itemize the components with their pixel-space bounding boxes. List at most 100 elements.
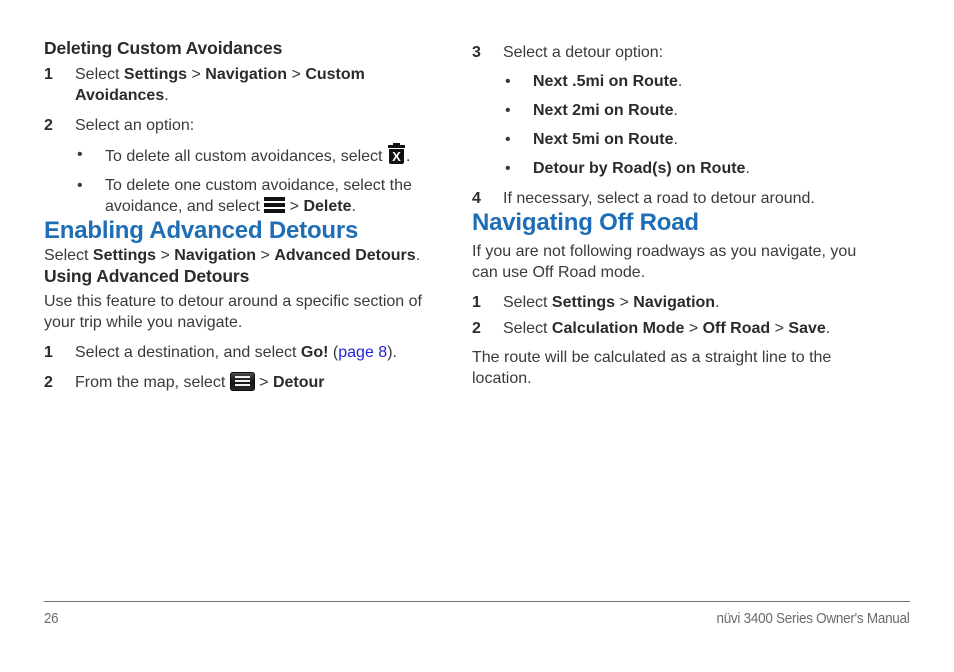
bullet-dot: •: [505, 160, 511, 177]
menu-button-lines: [234, 376, 250, 387]
ui-path-calculation-mode: Calculation Mode: [551, 320, 685, 337]
footer: 26 nüvi 3400 Series Owner's Manual: [44, 608, 910, 630]
option-label: Next 2mi on Route: [533, 102, 674, 119]
list-item: • Detour by Road(s) on Route.: [503, 158, 870, 179]
step-text: Select Settings > Navigation.: [503, 294, 720, 311]
text-fragment: To delete all custom avoidances, select: [105, 148, 387, 165]
path-separator: >: [287, 66, 306, 83]
step-item: 2 From the map, select > Detour: [44, 372, 442, 393]
paragraph-navigating-off-road: If you are not following roadways as you…: [472, 243, 857, 281]
text-fragment: Select: [503, 320, 552, 337]
step-text: Select a destination, and select Go! (pa…: [75, 344, 397, 361]
paragraph-using-advanced-detours: Use this feature to detour around a spec…: [44, 293, 422, 331]
step-number: 2: [44, 117, 53, 134]
step-text: From the map, select > Detour: [75, 372, 325, 391]
heading-navigating-off-road: Navigating Off Road: [472, 209, 699, 236]
trash-lid: [387, 145, 405, 148]
bar: [264, 197, 286, 201]
step-number: 1: [44, 344, 53, 361]
path-separator: >: [615, 294, 634, 311]
list-item: • Next 2mi on Route.: [503, 100, 870, 121]
path-separator: >: [187, 66, 206, 83]
ui-path-navigation: Navigation: [205, 66, 288, 83]
step-item: 3 Select a detour option:: [472, 42, 870, 63]
page-number: 26: [44, 610, 59, 627]
ui-path-navigation: Navigation: [174, 247, 257, 264]
ui-path-advanced-detours: Advanced Detours: [274, 247, 416, 264]
bullet-text: Next .5mi on Route.: [533, 73, 682, 90]
bullet-dot: •: [77, 177, 83, 194]
text-fragment: Select: [44, 247, 93, 264]
bullet-text: Next 5mi on Route.: [533, 131, 678, 148]
bullet-dot: •: [505, 102, 511, 119]
bullet-text: Next 2mi on Route.: [533, 102, 678, 119]
ui-path-detour: Detour: [272, 374, 325, 391]
step-text: If necessary, select a road to detour ar…: [503, 190, 815, 207]
bullet-dot: •: [505, 131, 511, 148]
step-text: Select Calculation Mode > Off Road > Sav…: [503, 320, 830, 337]
paragraph-off-road-note: The route will be calculated as a straig…: [472, 349, 832, 387]
heading-deleting-custom-avoidances: Deleting Custom Avoidances: [44, 38, 283, 58]
menu-bars-icon: [264, 197, 286, 214]
step-number: 1: [44, 66, 53, 83]
step-number: 4: [472, 190, 481, 207]
text-fragment: .: [715, 294, 720, 311]
bullet-dot: •: [77, 146, 83, 163]
bullet-text: To delete one custom avoidance, select t…: [105, 177, 412, 215]
trash-x-icon: X: [387, 143, 406, 165]
heading-enabling-advanced-detours: Enabling Advanced Detours: [44, 217, 359, 244]
bar: [234, 376, 250, 378]
trash-body: X: [388, 149, 404, 164]
step-item: 4 If necessary, select a road to detour …: [472, 188, 870, 209]
ui-path-settings: Settings: [92, 247, 157, 264]
path-separator: >: [256, 247, 275, 264]
bar: [264, 203, 286, 207]
text-fragment: ).: [387, 344, 397, 361]
text-fragment: To delete one custom avoidance, select t…: [105, 177, 412, 215]
ui-path-save: Save: [788, 320, 826, 337]
bullet-dot: •: [505, 73, 511, 90]
bar: [234, 380, 250, 382]
option-label: Detour by Road(s) on Route: [533, 160, 746, 177]
step-text: Select Settings > Navigation > Custom Av…: [75, 66, 365, 104]
list-item: • To delete one custom avoidance, select…: [75, 175, 442, 217]
heading-using-advanced-detours: Using Advanced Detours: [44, 266, 250, 286]
step-number: 1: [472, 294, 481, 311]
text-fragment: From the map, select: [75, 374, 230, 391]
text-fragment: Select: [503, 294, 552, 311]
ui-path-go: Go!: [300, 344, 329, 361]
text-fragment: .: [351, 198, 356, 215]
text-fragment: .: [673, 102, 678, 119]
text-fragment: .: [745, 160, 750, 177]
step-text: Select an option:: [75, 117, 195, 134]
bullet-text: Detour by Road(s) on Route.: [533, 160, 750, 177]
bar: [234, 384, 250, 386]
page-reference-link[interactable]: page 8: [338, 344, 387, 361]
left-column: Deleting Custom Avoidances 1 Select Sett…: [44, 38, 442, 393]
text-fragment: .: [825, 320, 831, 337]
step-item: 1 Select Settings > Navigation > Custom …: [44, 64, 442, 106]
step-number: 2: [44, 374, 53, 391]
right-column: 3 Select a detour option: • Next .5mi on…: [472, 38, 870, 389]
text-fragment: Select: [75, 66, 124, 83]
step-number: 2: [472, 320, 481, 337]
step-item: 1 Select a destination, and select Go! (…: [44, 342, 442, 363]
text-fragment: (: [328, 344, 339, 361]
text-fragment: .: [164, 87, 169, 104]
path-separator: >: [285, 198, 304, 215]
path-separator: >: [770, 320, 789, 337]
path-separator: >: [684, 320, 703, 337]
step-text: Select a detour option:: [503, 44, 664, 61]
path-separator: >: [156, 247, 175, 264]
text-fragment: .: [673, 131, 678, 148]
option-label: Next .5mi on Route: [533, 73, 678, 90]
list-item: • To delete all custom avoidances, selec…: [75, 143, 442, 167]
text-fragment: .: [405, 148, 411, 165]
step-item: 2 Select Calculation Mode > Off Road > S…: [472, 318, 870, 339]
path-separator: >: [254, 374, 273, 391]
ui-path-delete: Delete: [303, 198, 352, 215]
step-number: 3: [472, 44, 481, 61]
ui-path-navigation: Navigation: [633, 294, 716, 311]
option-label: Next 5mi on Route: [533, 131, 674, 148]
manual-title: nüvi 3400 Series Owner's Manual: [716, 610, 910, 627]
